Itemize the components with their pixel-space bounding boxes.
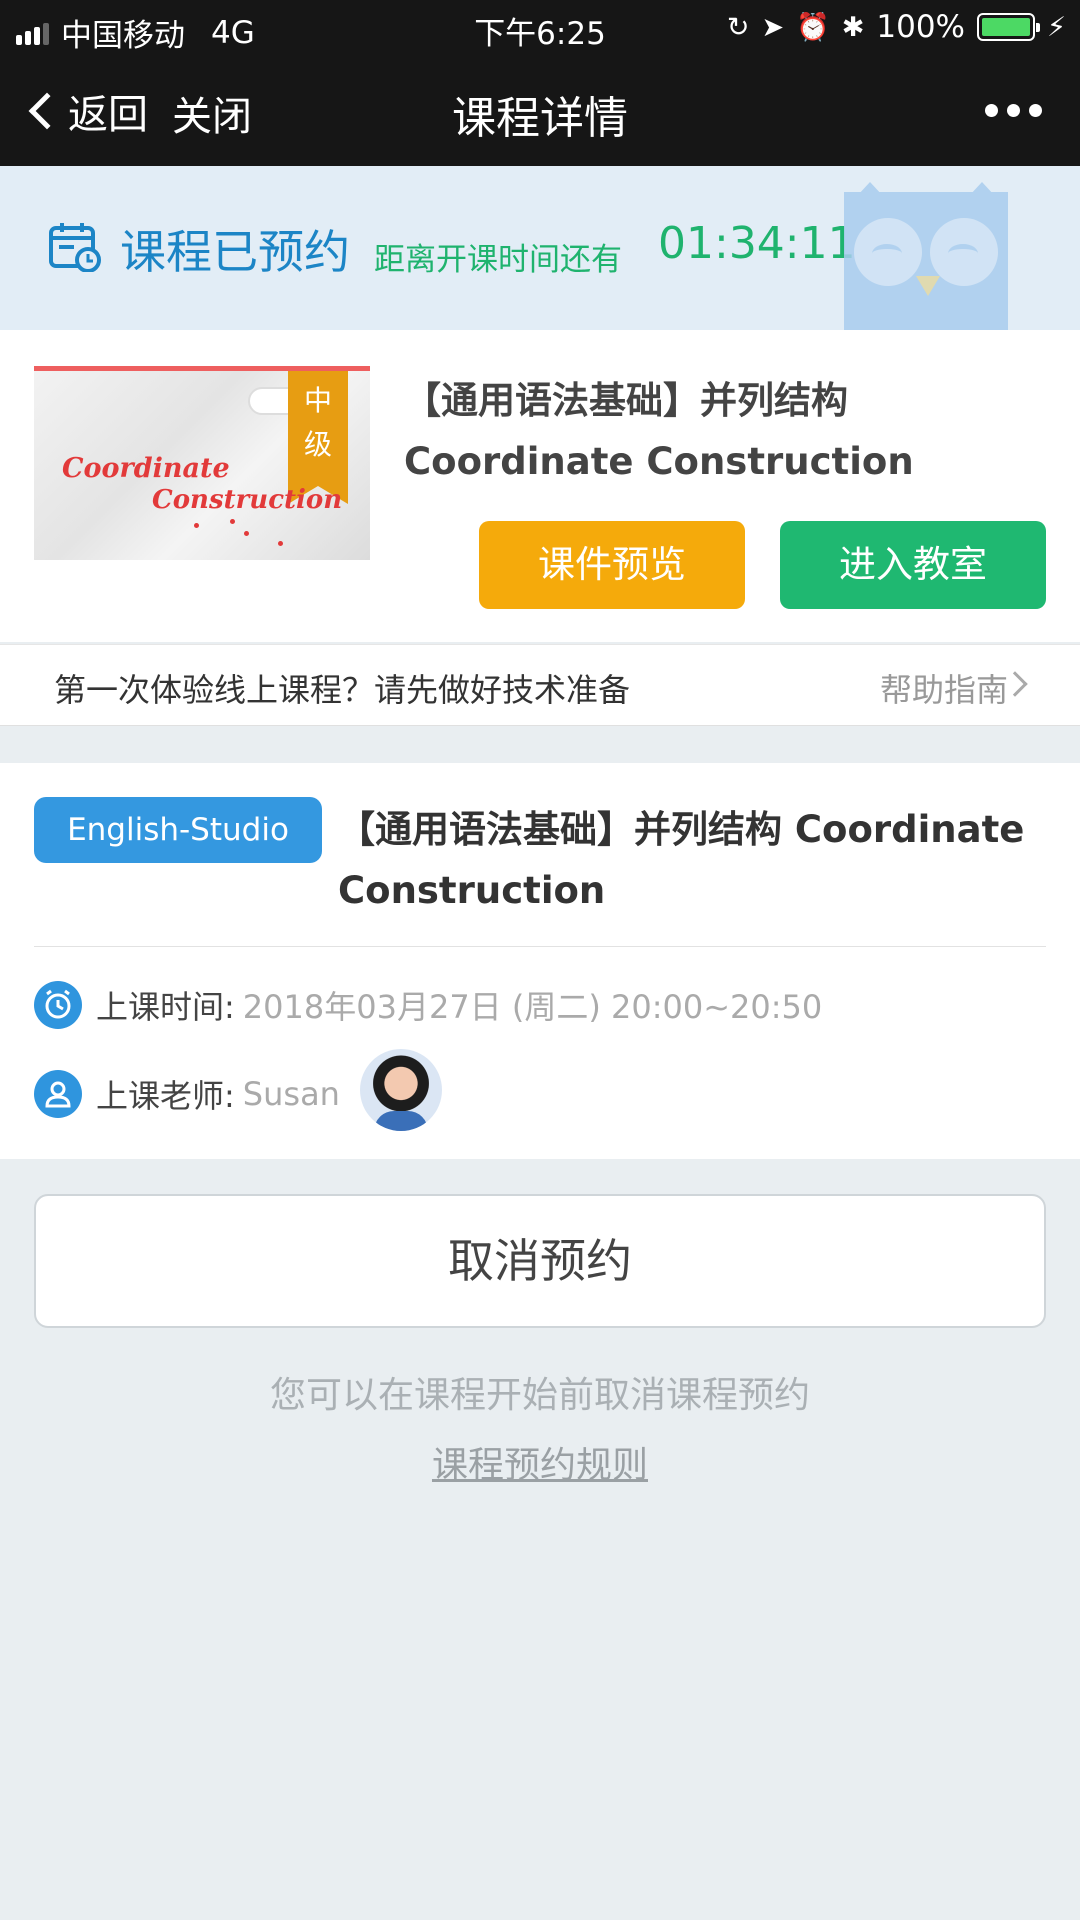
class-time-value: 2018年03月27日 (周二) 20:00~20:50 [242, 988, 823, 1026]
booked-status: 课程已预约 [120, 225, 350, 279]
clock-icon [34, 981, 82, 1029]
bluetooth-icon: ✱ [841, 11, 865, 43]
owl-mascot-icon [844, 182, 1008, 330]
booking-rules-link[interactable]: 课程预约规则 [0, 1436, 1080, 1488]
calendar-clock-icon [49, 223, 101, 272]
thumbnail-text-2: Construction [152, 485, 343, 515]
class-time-label: 上课时间: [96, 988, 235, 1026]
battery-level [982, 18, 1031, 36]
battery-icon [977, 13, 1041, 41]
cancel-note: 您可以在课程开始前取消课程预约 [269, 1375, 810, 1416]
divider [34, 946, 1046, 947]
page-title: 课程详情 [452, 93, 628, 144]
booked-banner: 课程已预约 距离开课时间还有 01:34:11 [0, 166, 1080, 330]
alarm-icon: ⏰ [796, 12, 830, 43]
course-detail-card: English-Studio 【通用语法基础】并列结构 Coordinate C… [0, 763, 1080, 1159]
countdown-timer: 01:34:11 [658, 218, 856, 269]
more-dots-icon [985, 104, 998, 117]
nav-bar: 返回 关闭 课程详情 [0, 54, 1080, 166]
thumbnail-dot [244, 531, 249, 536]
teacher-row: 上课老师: Susan [34, 1049, 442, 1131]
class-time-row: 上课时间: 2018年03月27日 (周二) 20:00~20:50 [34, 981, 822, 1029]
level-ribbon: 中 级 [288, 371, 348, 504]
battery-percent: 100% [876, 9, 966, 45]
detail-title: 【通用语法基础】并列结构 Coordinate Construction [338, 808, 1025, 912]
thumbnail-dot [230, 519, 235, 524]
course-card: 中 级 Coordinate Construction 【通用语法基础】并列结构… [0, 330, 1080, 642]
status-bar: 中国移动 4G 下午6:25 ↻ ➤ ⏰ ✱ 100% ⚡ [0, 0, 1080, 54]
enter-classroom-button[interactable]: 进入教室 [780, 521, 1046, 609]
teacher-label: 上课老师: [96, 1077, 235, 1115]
teacher-name: Susan [242, 1075, 340, 1113]
help-guide-link[interactable]: 帮助指南 [880, 665, 1008, 711]
help-text: 第一次体验线上课程？请先做好技术准备 [54, 671, 631, 709]
help-guide-row[interactable]: 第一次体验线上课程？请先做好技术准备 帮助指南 [0, 644, 1080, 726]
rotation-lock-icon: ↻ [726, 11, 750, 43]
thumbnail-text-1: Coordinate [62, 453, 230, 484]
studio-tag: English-Studio [34, 797, 322, 863]
course-title: 【通用语法基础】并列结构 Coordinate Construction [404, 379, 914, 483]
location-icon: ➤ [761, 11, 785, 43]
level-char-1: 中 [303, 384, 332, 417]
preview-courseware-button[interactable]: 课件预览 [479, 521, 745, 609]
countdown-label: 距离开课时间还有 [374, 242, 622, 278]
status-right: ↻ ➤ ⏰ ✱ 100% ⚡ [727, 9, 1066, 45]
user-icon [34, 1070, 82, 1118]
level-char-2: 级 [303, 428, 332, 461]
thumbnail-dot [278, 541, 283, 546]
cancel-booking-button[interactable]: 取消预约 [34, 1194, 1046, 1328]
charging-icon: ⚡ [1047, 11, 1066, 43]
teacher-avatar[interactable] [359, 1049, 442, 1131]
more-button[interactable] [985, 104, 1042, 117]
course-thumbnail[interactable]: 中 级 Coordinate Construction [34, 366, 370, 560]
thumbnail-dot [194, 523, 199, 528]
